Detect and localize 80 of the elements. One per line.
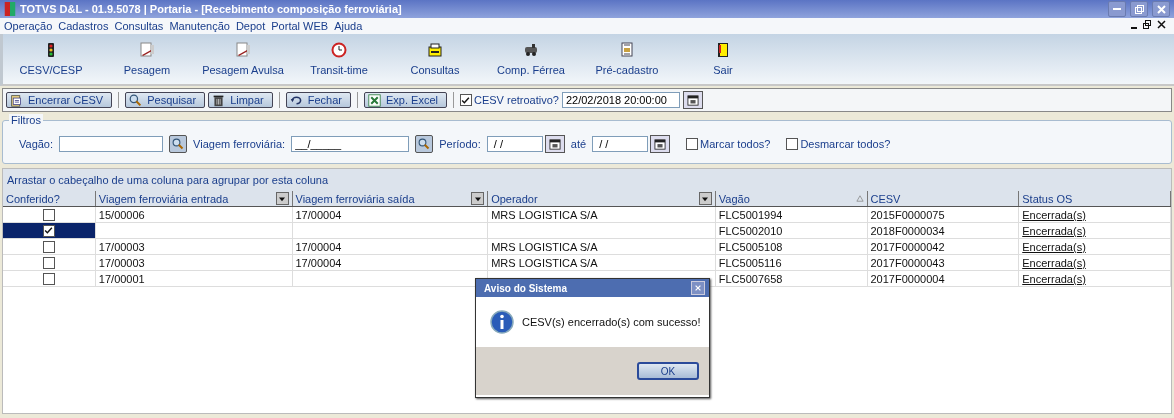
datetime-field[interactable]: 22/02/2018 20:00:00 — [561, 92, 680, 108]
ok-button[interactable]: OK — [637, 362, 699, 380]
cell-text: FLC5005108 — [718, 240, 783, 253]
toolbar-button[interactable]: Pré-cadastro — [579, 34, 675, 84]
date-field[interactable]: / / — [592, 136, 649, 152]
action-button[interactable]: Fechar — [285, 92, 351, 108]
field-label: Vagão: — [19, 138, 54, 150]
cell-text: MRS LOGISTICA S/A — [491, 256, 598, 269]
status-link[interactable]: Encerrada(s) — [1022, 272, 1086, 285]
window-title: TOTVS D&L - 01.9.5078 | Portaria - [Recebimento composição ferroviária] — [20, 3, 403, 15]
cell-text: 17/00004 — [295, 256, 342, 269]
checkbox-label: Desmarcar todos? — [800, 138, 891, 150]
toolbar-label: CESV/CESP — [19, 64, 83, 76]
field-label: Viagem ferroviária: — [193, 138, 286, 150]
dialog-message: CESV(s) encerrado(s) com sucesso! — [522, 316, 701, 328]
toolbar-button[interactable]: Comp. Férrea — [483, 34, 579, 84]
column-header[interactable]: Vagão — [715, 191, 868, 206]
toolbar-button[interactable]: Sair — [675, 34, 771, 84]
toolbar-button[interactable]: Pesagem Avulsa — [195, 34, 291, 84]
toolbar-label: Transit-time — [310, 64, 368, 76]
column-header[interactable]: Viagem ferroviária saída — [292, 191, 489, 206]
status-link[interactable]: Encerrada(s) — [1022, 208, 1086, 221]
cell-text: 2015F0000075 — [870, 208, 945, 221]
checkbox-label: CESV retroativo? — [473, 94, 559, 106]
cell-text: FLC5007658 — [718, 272, 783, 285]
field-label: Período: — [439, 138, 481, 150]
cell-text: MRS LOGISTICA S/A — [491, 208, 598, 221]
menu-item[interactable]: Ajuda — [334, 20, 363, 32]
menu-item[interactable]: Manutenção — [169, 20, 230, 32]
status-link[interactable]: Encerrada(s) — [1022, 224, 1086, 237]
toolbar-label: Pré-cadastro — [595, 64, 659, 76]
action-button[interactable]: Pesquisar — [125, 92, 206, 108]
table-row[interactable]: 15/00006 17/00004 MRS LOGISTICA S/A FLC5001994 2015F0000075 Encerrada(s) — [3, 207, 1171, 223]
cell-text: 2017F0000004 — [870, 272, 945, 285]
menu-item[interactable]: Consultas — [114, 20, 164, 32]
cell-text: 2017F0000043 — [870, 256, 945, 269]
action-button[interactable]: Limpar — [208, 92, 273, 108]
menu-item[interactable]: Operação — [4, 20, 53, 32]
action-button[interactable]: Encerrar CESV — [6, 92, 113, 108]
cell-text: 2017F0000042 — [870, 240, 945, 253]
toolbar-label: Pesagem — [123, 64, 171, 76]
column-header[interactable]: Operador — [488, 191, 716, 206]
panel-title: Filtros — [9, 114, 43, 126]
cell-text: 17/00004 — [295, 208, 342, 221]
column-header[interactable]: CESV — [867, 191, 1020, 206]
date-field[interactable]: / / — [486, 136, 543, 152]
toolbar-label: Consultas — [410, 64, 460, 76]
menu-item[interactable]: Cadastros — [58, 20, 109, 32]
table-row[interactable]: 17/00003 17/00004 MRS LOGISTICA S/A FLC5005108 2017F0000042 Encerrada(s) — [3, 239, 1171, 255]
cell-text: 17/00003 — [98, 240, 145, 253]
action-button[interactable]: Exp. Excel — [364, 92, 447, 108]
group-by-hint: Arrastar o cabeçalho de uma coluna para agrupar por esta coluna — [3, 169, 1171, 191]
checkbox-label: Marcar todos? — [700, 138, 771, 150]
menu-item[interactable]: Portal WEB — [271, 20, 329, 32]
field-label: até — [570, 138, 587, 150]
viagem-field[interactable]: __/_____ — [291, 136, 410, 152]
cell-text: 15/00006 — [98, 208, 145, 221]
toolbar-label: Pesagem Avulsa — [202, 64, 284, 76]
cell-text: 2018F0000034 — [870, 224, 945, 237]
toolbar-button[interactable]: Pesagem — [99, 34, 195, 84]
cell-text: FLC5002010 — [718, 224, 783, 237]
status-link[interactable]: Encerrada(s) — [1022, 240, 1086, 253]
menu-item[interactable]: Depot — [235, 20, 266, 32]
column-header[interactable]: Viagem ferroviária entrada — [95, 191, 293, 206]
cell-text: 17/00001 — [98, 272, 145, 285]
cell-text: MRS LOGISTICA S/A — [491, 240, 598, 253]
toolbar-button[interactable]: Consultas — [387, 34, 483, 84]
column-header[interactable]: Status OS — [1019, 191, 1171, 206]
cell-text: FLC5001994 — [718, 208, 783, 221]
toolbar-button[interactable]: CESV/CESP — [3, 34, 99, 84]
table-row[interactable]: FLC5002010 2018F0000034 Encerrada(s) — [3, 223, 1171, 239]
toolbar-button[interactable]: Transit-time — [291, 34, 387, 84]
cell-text: 17/00003 — [98, 256, 145, 269]
toolbar-label: Comp. Férrea — [497, 64, 565, 76]
cell-text: FLC5005116 — [718, 256, 782, 269]
column-header[interactable]: Conferido? — [3, 191, 96, 206]
cell-text: 17/00004 — [295, 240, 342, 253]
toolbar-label: Sair — [713, 64, 733, 76]
table-row[interactable]: 17/00003 17/00004 MRS LOGISTICA S/A FLC5005116 2017F0000043 Encerrada(s) — [3, 255, 1171, 271]
status-link[interactable]: Encerrada(s) — [1022, 256, 1086, 269]
